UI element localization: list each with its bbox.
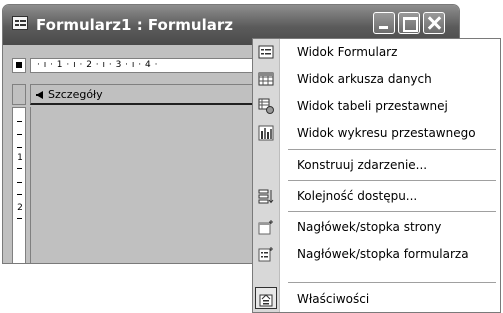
menu-item-label: Nagłówek/stopka strony bbox=[297, 220, 442, 234]
menu-item-label: Widok Formularz bbox=[297, 45, 398, 59]
menu-item-label: Kolejność dostępu... bbox=[297, 189, 418, 203]
menu-item-pivot-chart-view[interactable]: Widok wykresu przestawnego bbox=[253, 120, 501, 146]
menu-item-form-header-footer[interactable]: Nagłówek/stopka formularza bbox=[253, 241, 501, 267]
menu-separator bbox=[288, 282, 496, 283]
menu-item-tab-order[interactable]: Kolejność dostępu... bbox=[253, 183, 501, 209]
menu-separator bbox=[288, 149, 496, 150]
ruler-tick bbox=[17, 168, 22, 169]
tab-order-icon bbox=[258, 189, 274, 204]
window-title: Formularz1 : Formularz bbox=[36, 16, 233, 34]
ruler-number: 2 bbox=[17, 203, 23, 213]
form-selector[interactable] bbox=[12, 58, 26, 73]
ruler-tick bbox=[17, 121, 22, 122]
pivot-table-view-icon bbox=[258, 98, 274, 114]
menu-item-properties[interactable]: Właściwości bbox=[253, 286, 501, 312]
menu-separator bbox=[288, 180, 496, 181]
menu-item-label: Nagłówek/stopka formularza bbox=[297, 247, 469, 261]
menu-item-datasheet-view[interactable]: Widok arkusza danych bbox=[253, 66, 501, 92]
menu-item-form-view[interactable]: Widok Formularz bbox=[253, 39, 501, 65]
menu-item-pivot-table-view[interactable]: Widok tabeli przestawnej bbox=[253, 93, 501, 119]
ruler-tick bbox=[17, 182, 22, 183]
minimize-button[interactable] bbox=[373, 12, 395, 34]
pivot-chart-view-icon bbox=[258, 125, 274, 141]
form-icon[interactable] bbox=[12, 16, 28, 30]
form-view-icon bbox=[258, 45, 274, 59]
ruler-tick bbox=[17, 134, 22, 135]
ruler-tick bbox=[17, 218, 22, 219]
ruler-number: 1 bbox=[17, 153, 23, 163]
menu-item-label: Konstruuj zdarzenie... bbox=[297, 158, 428, 172]
ruler-tick bbox=[17, 194, 22, 195]
close-button[interactable] bbox=[423, 12, 445, 34]
ruler-markings: · ı · 1 · ı · 2 · ı · 3 · ı · 4 · bbox=[37, 60, 158, 70]
section-arrow-icon bbox=[36, 91, 43, 99]
section-label: Szczegóły bbox=[48, 88, 103, 101]
menu-item-label: Widok wykresu przestawnego bbox=[297, 126, 476, 140]
menu-item-label: Widok tabeli przestawnej bbox=[297, 99, 448, 113]
section-selector[interactable] bbox=[12, 84, 26, 105]
page-header-footer-icon bbox=[258, 220, 273, 235]
context-menu: Widok Formularz Widok arkusza danych Wid… bbox=[252, 38, 501, 313]
properties-icon bbox=[259, 294, 273, 307]
menu-item-label: Właściwości bbox=[297, 292, 370, 306]
vertical-ruler[interactable]: 1 2 bbox=[12, 107, 26, 263]
form-header-footer-icon bbox=[258, 247, 273, 262]
menu-item-label: Widok arkusza danych bbox=[297, 72, 432, 86]
menu-separator bbox=[288, 211, 496, 212]
maximize-button[interactable] bbox=[398, 12, 420, 34]
menu-item-page-header-footer[interactable]: Nagłówek/stopka strony bbox=[253, 214, 501, 240]
menu-item-build-event[interactable]: Konstruuj zdarzenie... bbox=[253, 152, 501, 178]
ruler-tick bbox=[17, 147, 22, 148]
datasheet-view-icon bbox=[258, 72, 274, 86]
